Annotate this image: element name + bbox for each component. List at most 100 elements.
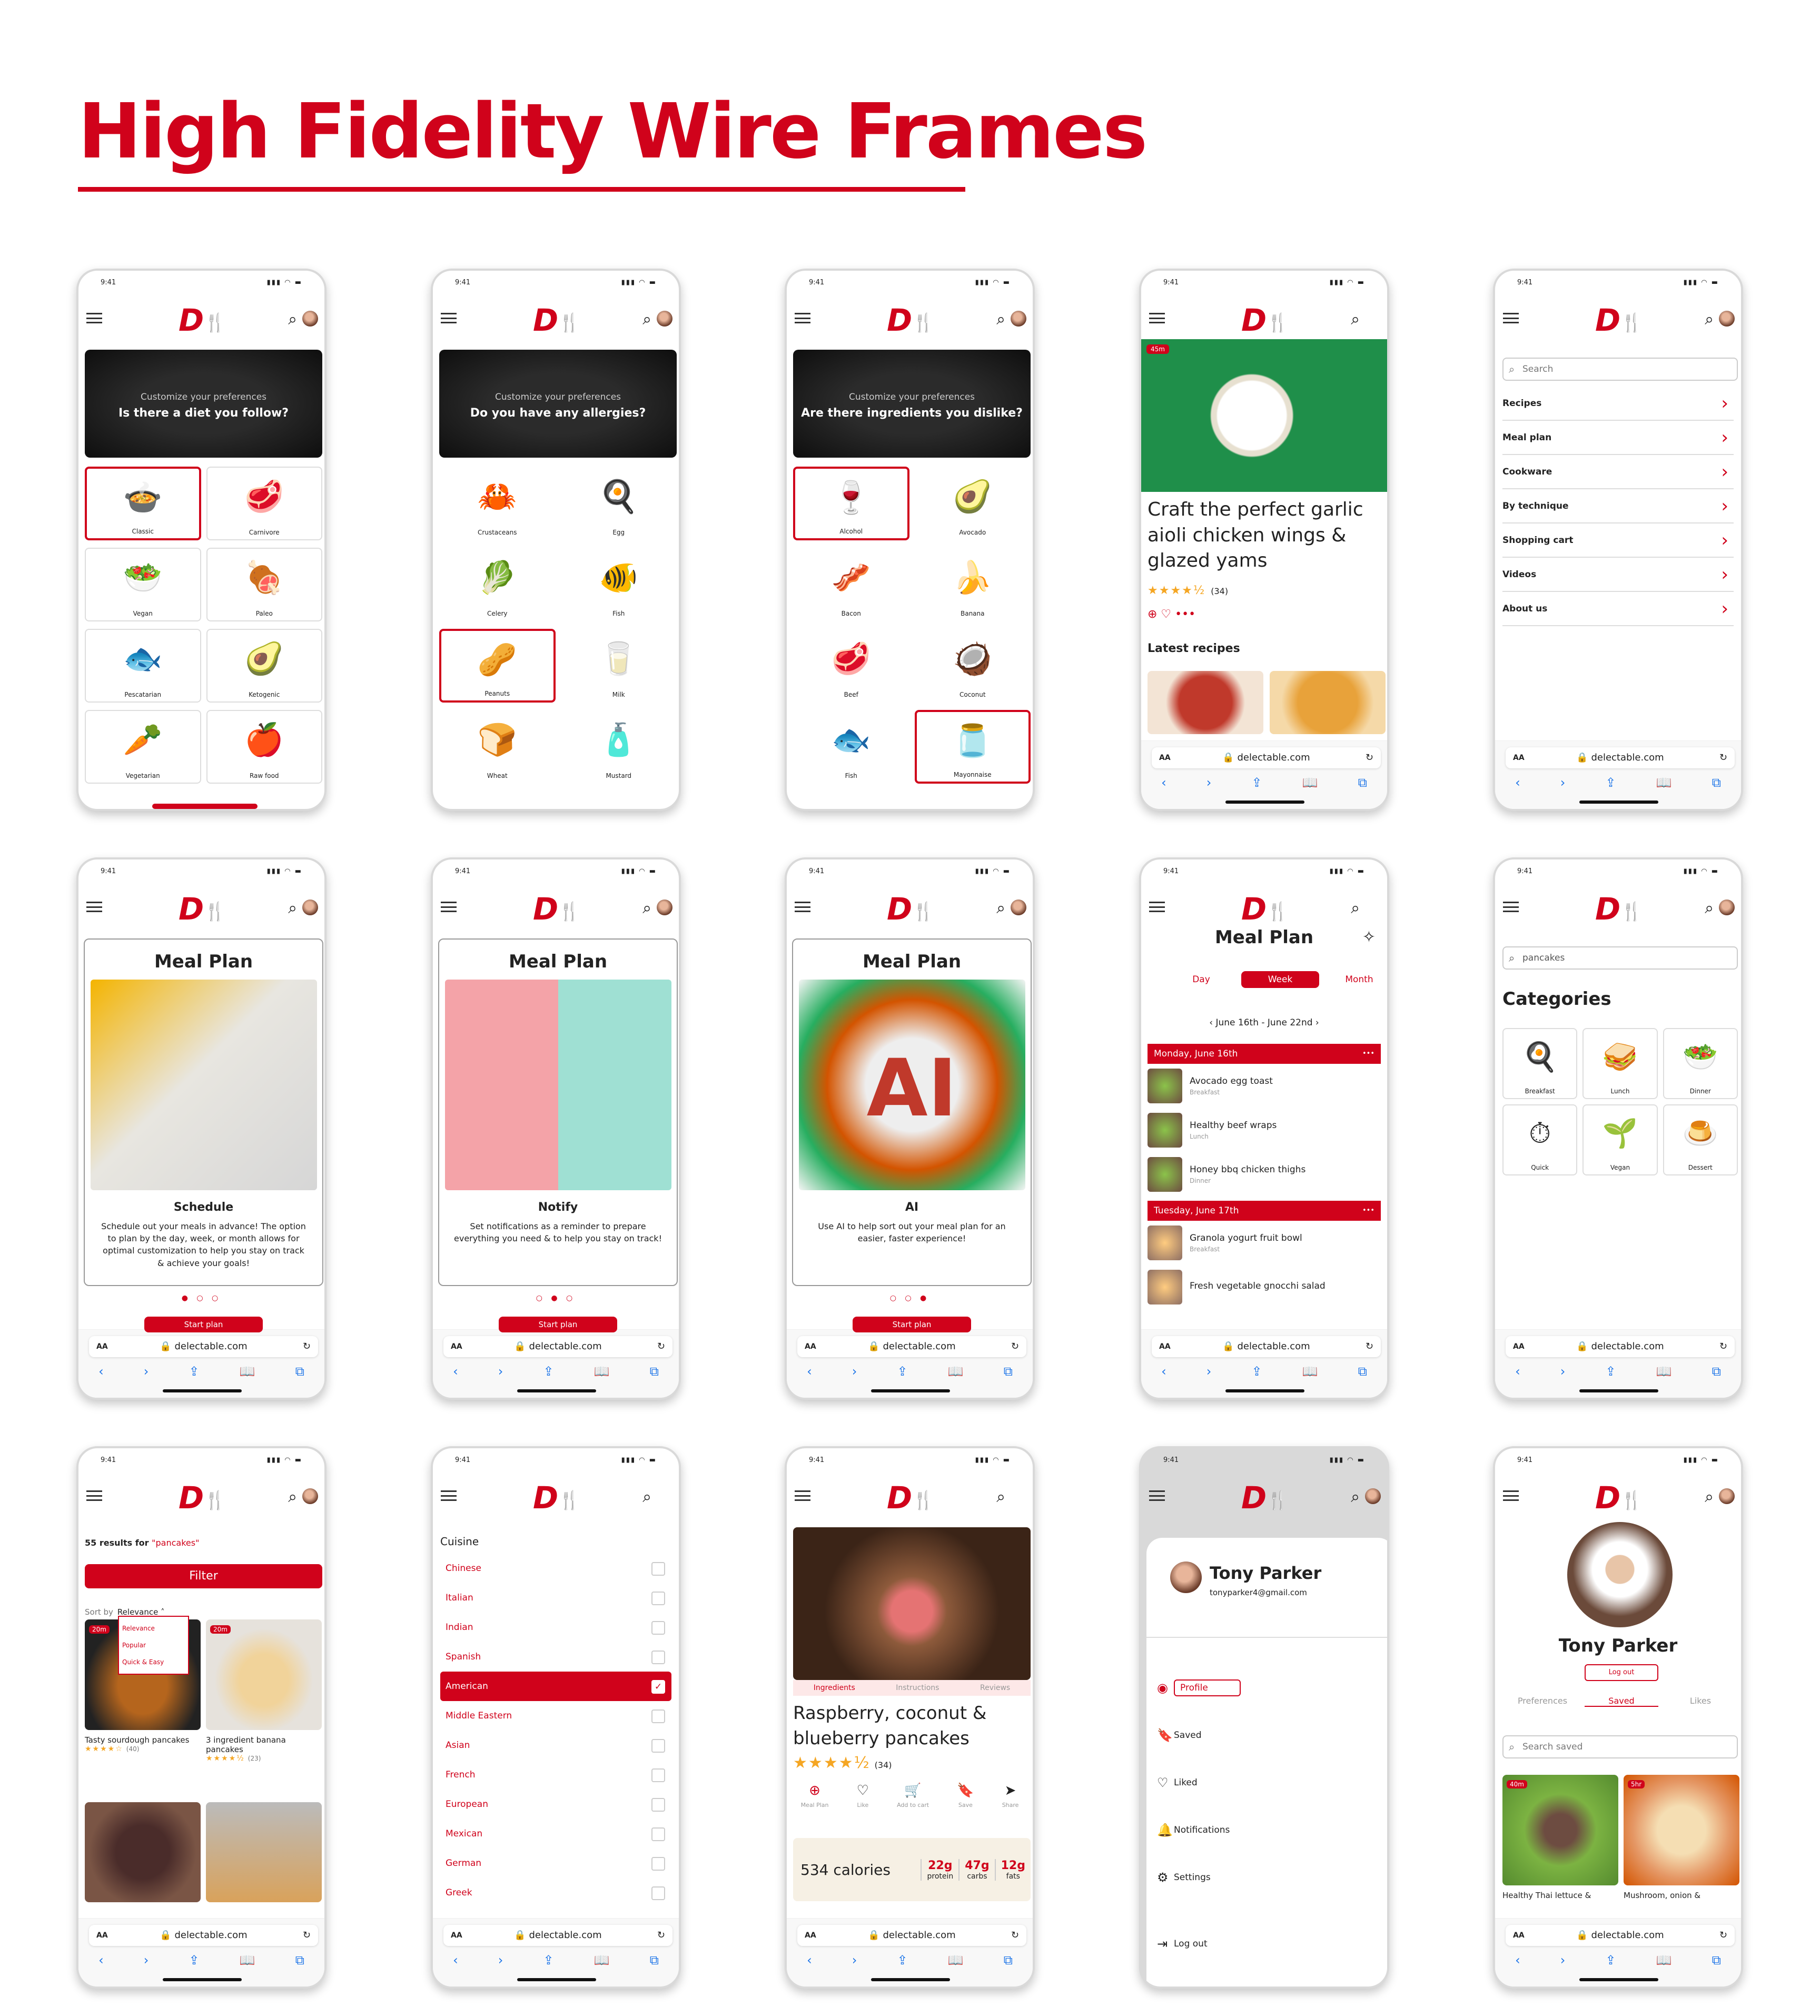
saved-recipe-name[interactable]: Mushroom, onion & [1624, 1891, 1700, 1900]
date-range[interactable]: ‹ June 16th - June 22nd › [1141, 1017, 1387, 1028]
forward-icon[interactable]: › [144, 1953, 149, 1968]
account-item-profile[interactable]: ◉ Profile [1146, 1664, 1387, 1712]
menu-item[interactable]: Cookware [1502, 455, 1734, 489]
cuisine-option[interactable]: European [440, 1790, 671, 1819]
preference-option[interactable]: 🥛 Milk [561, 629, 677, 703]
preference-option[interactable]: 🍎 Raw food [206, 710, 322, 784]
preference-option[interactable]: 🥩 Beef [793, 629, 909, 703]
preference-option[interactable]: 🫙 Mayonnaise [914, 710, 1031, 784]
avatar[interactable] [657, 900, 672, 915]
menu-icon[interactable] [86, 902, 102, 912]
forward-icon[interactable]: › [1206, 1364, 1212, 1379]
menu-icon[interactable] [795, 902, 810, 912]
avatar[interactable] [1719, 311, 1735, 327]
cuisine-checkbox[interactable] [651, 1562, 665, 1576]
cuisine-checkbox[interactable]: ✓ [651, 1680, 665, 1694]
cuisine-checkbox[interactable] [651, 1768, 665, 1782]
avatar[interactable] [1011, 311, 1026, 327]
cuisine-option[interactable]: Greek [440, 1878, 671, 1908]
category-item[interactable]: ⏱ Quick [1502, 1104, 1578, 1175]
preference-option[interactable]: 🥬 Celery [439, 548, 556, 621]
share-icon[interactable]: ⇪ [1252, 1364, 1262, 1379]
app-logo[interactable]: D🍴 [533, 302, 581, 338]
app-logo[interactable]: D🍴 [533, 1480, 581, 1516]
reload-icon[interactable]: ↻ [1366, 747, 1373, 768]
meal-row[interactable]: Honey bbq chicken thighs Dinner [1141, 1152, 1387, 1197]
category-item[interactable]: 🌱 Vegan [1582, 1104, 1658, 1175]
recipe-tab[interactable]: Ingredients [814, 1680, 855, 1696]
cuisine-checkbox[interactable] [651, 1621, 665, 1635]
profile-tab[interactable]: Saved [1585, 1696, 1658, 1707]
back-icon[interactable]: ‹ [1515, 1364, 1520, 1379]
url-field[interactable]: AA 🔒 delectable.com ↻ [89, 1925, 318, 1946]
preference-option[interactable]: 🍌 Banana [915, 548, 1031, 621]
category-item[interactable]: 🍮 Dessert [1663, 1104, 1738, 1175]
app-logo[interactable]: D🍴 [1595, 891, 1643, 927]
meal-row[interactable]: Fresh vegetable gnocchi salad [1141, 1265, 1387, 1309]
menu-icon[interactable] [1149, 1490, 1165, 1501]
bookmarks-icon[interactable]: 📖 [1656, 775, 1672, 790]
menu-icon[interactable] [441, 1490, 457, 1501]
search-icon[interactable]: ⌕ [642, 1488, 651, 1506]
avatar[interactable] [1365, 1488, 1381, 1504]
preference-option[interactable]: 🥜 Peanuts [439, 629, 556, 703]
back-icon[interactable]: ‹ [807, 1953, 812, 1968]
app-logo[interactable]: D🍴 [1241, 302, 1289, 338]
account-item-notifications[interactable]: 🔔 Notifications [1146, 1806, 1387, 1854]
forward-icon[interactable]: › [144, 1364, 149, 1379]
app-logo[interactable]: D🍴 [533, 891, 581, 927]
ai-sparkle-icon[interactable]: ✧ [1362, 928, 1376, 946]
account-item-saved[interactable]: 🔖 Saved [1146, 1712, 1387, 1759]
cuisine-option[interactable]: Indian [440, 1613, 671, 1642]
bookmarks-icon[interactable]: 📖 [1656, 1953, 1672, 1968]
search-icon[interactable]: ⌕ [1351, 899, 1360, 917]
preference-option[interactable]: 🥑 Avocado [915, 467, 1031, 540]
menu-icon[interactable] [1503, 313, 1519, 323]
menu-item[interactable]: By technique [1502, 489, 1734, 523]
preference-option[interactable]: 🐠 Fish [561, 548, 677, 621]
forward-icon[interactable]: › [852, 1953, 857, 1968]
bookmarks-icon[interactable]: 📖 [240, 1953, 255, 1968]
app-logo[interactable]: D🍴 [1241, 891, 1289, 927]
url-field[interactable]: AA 🔒 delectable.com ↻ [797, 1336, 1026, 1357]
preference-option[interactable]: 🍖 Paleo [206, 548, 322, 621]
menu-item[interactable]: About us [1502, 592, 1734, 626]
reload-icon[interactable]: ↻ [1011, 1336, 1019, 1357]
search-icon[interactable]: ⌕ [288, 1488, 297, 1506]
tabs-icon[interactable]: ⧉ [295, 1364, 304, 1379]
menu-icon[interactable] [86, 313, 102, 323]
menu-icon[interactable] [795, 313, 810, 323]
tabs-icon[interactable]: ⧉ [1712, 1364, 1721, 1379]
share-icon[interactable]: ⇪ [189, 1953, 200, 1968]
preference-option[interactable]: 🥗 Vegan [85, 548, 201, 621]
tabs-icon[interactable]: ⧉ [1004, 1364, 1013, 1379]
start-plan-button[interactable]: Start plan [853, 1317, 971, 1332]
menu-icon[interactable] [1503, 1490, 1519, 1501]
account-item-settings[interactable]: ⚙ Settings [1146, 1854, 1387, 1901]
forward-icon[interactable]: › [1560, 1364, 1566, 1379]
action-button[interactable]: ➤ Share [1002, 1783, 1019, 1809]
cuisine-option[interactable]: Italian [440, 1583, 671, 1613]
url-field[interactable]: AA 🔒 delectable.com ↻ [1506, 1925, 1735, 1946]
cuisine-checkbox[interactable] [651, 1592, 665, 1605]
search-input[interactable]: pancakes [1502, 946, 1738, 970]
url-field[interactable]: AA 🔒 delectable.com ↻ [443, 1925, 672, 1946]
menu-item[interactable]: Recipes [1502, 387, 1734, 421]
tabs-icon[interactable]: ⧉ [1358, 775, 1367, 790]
cuisine-checkbox[interactable] [651, 1886, 665, 1900]
preference-option[interactable]: 🥕 Vegetarian [85, 710, 201, 784]
preference-option[interactable]: 🐟 Pescatarian [85, 629, 201, 703]
saved-recipe-name[interactable]: Healthy Thai lettuce & [1502, 1891, 1591, 1900]
sort-option[interactable]: Quick & Easy [122, 1654, 185, 1671]
menu-icon[interactable] [86, 1490, 102, 1501]
carousel-dots[interactable]: ○ ○ ● [787, 1294, 1033, 1302]
cuisine-checkbox[interactable] [651, 1798, 665, 1812]
profile-tab[interactable]: Preferences [1506, 1696, 1579, 1706]
cuisine-checkbox[interactable] [651, 1857, 665, 1871]
text-size-button[interactable]: AA [1159, 1336, 1171, 1357]
meal-row[interactable]: Granola yogurt fruit bowl Breakfast [1141, 1221, 1387, 1265]
back-icon[interactable]: ‹ [1161, 775, 1166, 790]
search-icon[interactable]: ⌕ [996, 1488, 1005, 1506]
reload-icon[interactable]: ↻ [1719, 747, 1727, 768]
preference-option[interactable]: 🍞 Wheat [439, 710, 556, 784]
